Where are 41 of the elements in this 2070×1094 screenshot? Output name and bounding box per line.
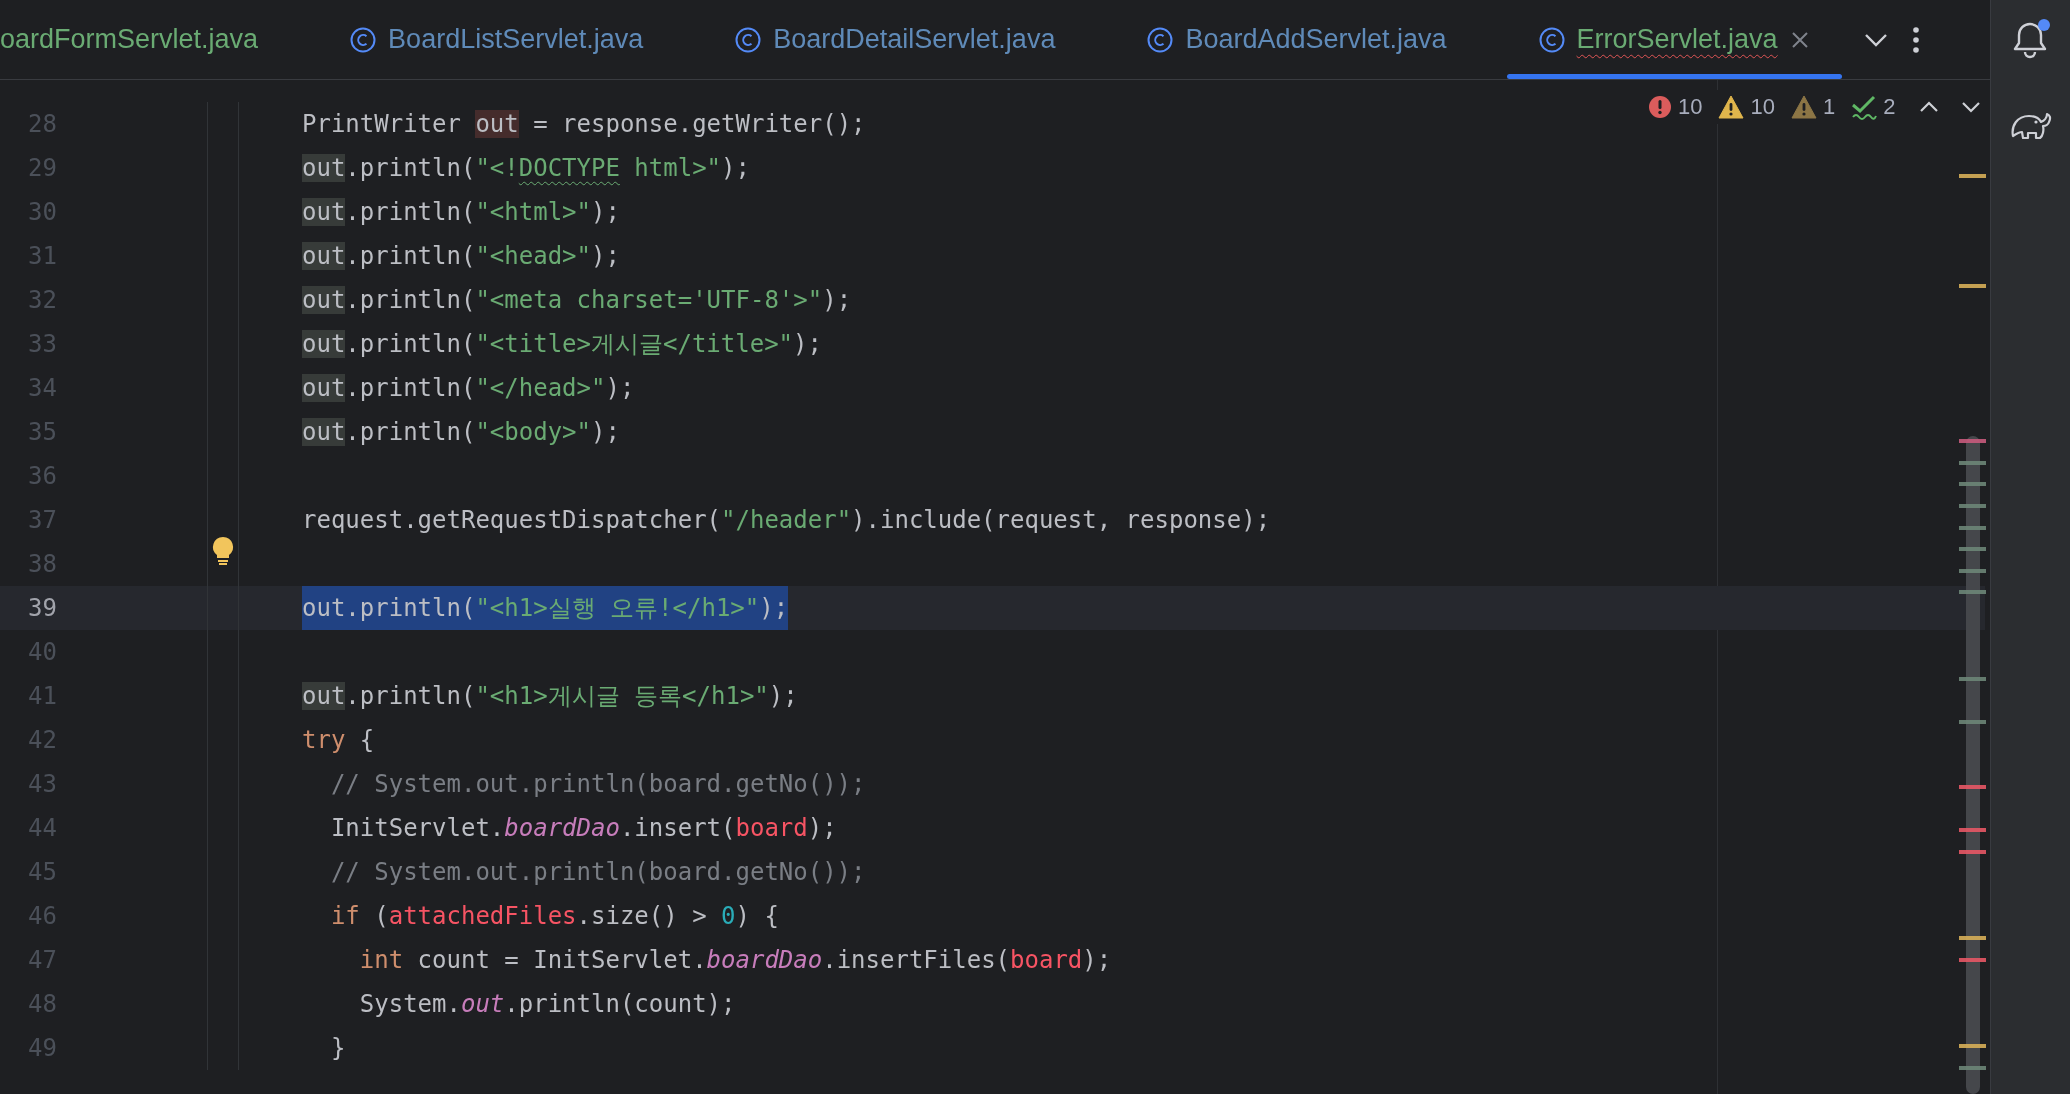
chevron-up-icon[interactable] xyxy=(1919,101,1940,113)
code-line: } xyxy=(329,1033,346,1064)
close-icon[interactable] xyxy=(1789,29,1810,50)
code-line: out.println("<head>"); xyxy=(302,241,620,272)
code-line: if (attachedFiles.size() > 0) { xyxy=(329,901,779,932)
code-line: System.out.println(count); xyxy=(358,989,736,1020)
chevron-down-icon[interactable] xyxy=(1863,32,1888,47)
chevron-down-icon[interactable] xyxy=(1961,101,1982,113)
code-line: int count = InitServlet.boardDao.insertFiles(board); xyxy=(358,945,1112,976)
lightbulb-icon[interactable] xyxy=(211,536,235,566)
code-line: // System.out.println(board.getNo()); xyxy=(329,769,866,800)
code-line: InitServlet.boardDao.insert(board); xyxy=(329,813,837,844)
code-line: out.println("<title>게시글</title>"); xyxy=(302,329,822,360)
class-icon xyxy=(735,26,762,53)
warning-icon xyxy=(1790,95,1817,119)
more-options-icon[interactable] xyxy=(1911,25,1920,54)
editor-tab[interactable]: BoardAddServlet.java xyxy=(1101,0,1493,79)
code-line: out.println("</head>"); xyxy=(302,373,635,404)
class-icon xyxy=(1147,26,1174,53)
code-line: PrintWriter out = response.getWriter(); xyxy=(302,109,866,140)
editor-tab[interactable]: BoardDetailServlet.java xyxy=(689,0,1102,79)
inspection-counter[interactable]: 1 xyxy=(1790,94,1836,120)
code-line: out.println("<h1>게시글 등록</h1>"); xyxy=(302,681,798,712)
check-icon xyxy=(1851,94,1878,120)
warning-icon xyxy=(1718,95,1745,119)
inspection-counter[interactable]: 10 xyxy=(1718,94,1775,120)
code-line: out.println("<!DOCTYPE html>"); xyxy=(302,153,750,184)
class-icon xyxy=(350,26,377,53)
code-line: try { xyxy=(302,725,375,756)
code-line: out.println("<body>"); xyxy=(302,417,620,448)
code-line: request.getRequestDispatcher("/header").include(request, response); xyxy=(302,505,1271,536)
inspection-counter[interactable]: 2 xyxy=(1851,94,1896,120)
editor-tab[interactable]: ErrorServlet.java xyxy=(1492,0,1856,79)
class-icon xyxy=(1538,26,1565,53)
code-line: // System.out.println(board.getNo()); xyxy=(329,857,866,888)
editor-tab[interactable]: oardFormServlet.java xyxy=(0,0,305,79)
line-number: 39 xyxy=(28,593,57,624)
inspection-counter[interactable]: 10 xyxy=(1648,94,1703,120)
editor-tab[interactable]: BoardListServlet.java xyxy=(304,0,690,79)
code-line: out.println("<html>"); xyxy=(302,197,620,228)
code-line: out.println("<meta charset='UTF-8'>"); xyxy=(302,285,852,316)
